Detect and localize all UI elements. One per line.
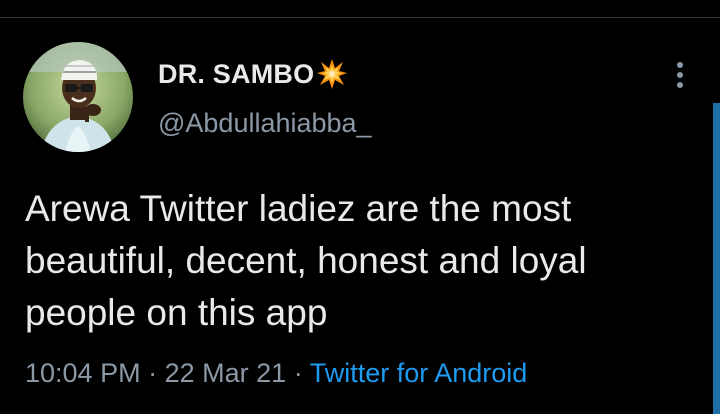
avatar-photo — [23, 42, 133, 152]
meta-separator: · — [293, 358, 303, 388]
tweet-text-line: beautiful, decent, honest and loyal — [25, 240, 587, 281]
author-handle[interactable]: @Abdullahiabba_ — [158, 108, 372, 139]
more-vertical-icon — [677, 62, 683, 88]
tweet-time: 10:04 PM — [25, 358, 141, 388]
author-name-text: DR. SAMBO — [158, 58, 315, 89]
more-options-button[interactable] — [668, 60, 692, 90]
author-display-name[interactable]: DR. SAMBO — [158, 58, 348, 90]
tweet-source-link[interactable]: Twitter for Android — [310, 358, 528, 388]
tweet-detail-view: DR. SAMBO @Abdullahiabba_ Arewa Twitter … — [0, 0, 720, 414]
avatar[interactable] — [23, 42, 133, 152]
tweet-metadata: 10:04 PM · 22 Mar 21 · Twitter for Andro… — [25, 358, 527, 389]
meta-separator: · — [148, 358, 158, 388]
top-divider — [0, 17, 720, 18]
tweet-text: Arewa Twitter ladiez are the most beauti… — [25, 183, 715, 339]
tweet-text-line: Arewa Twitter ladiez are the most — [25, 188, 572, 229]
scroll-indicator[interactable] — [713, 103, 720, 414]
tweet-date: 22 Mar 21 — [164, 358, 287, 388]
tweet-text-line: people on this app — [25, 292, 328, 333]
collision-emoji-icon — [316, 58, 348, 90]
